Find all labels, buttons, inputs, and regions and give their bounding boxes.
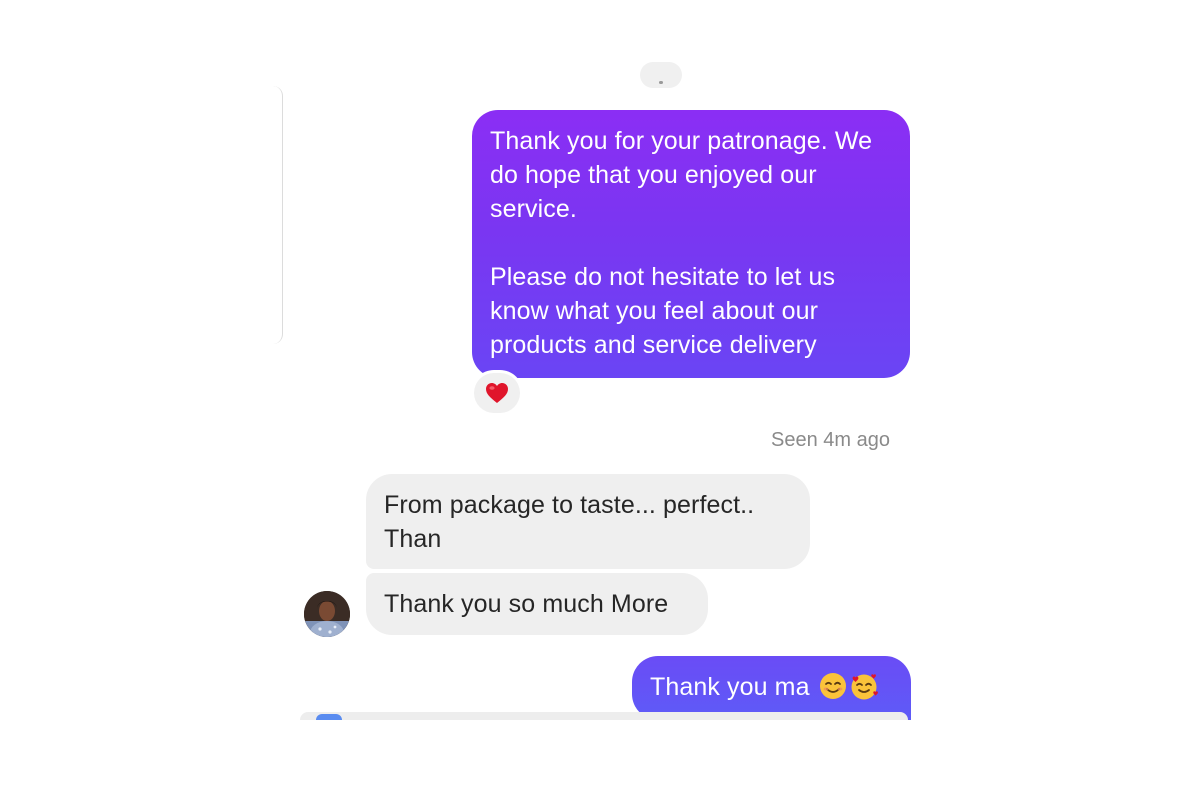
heart-reaction-badge[interactable] [474, 373, 520, 413]
sender-avatar[interactable] [304, 591, 350, 637]
smiling-face-icon [819, 672, 847, 700]
message-text: Thank you so much More [384, 590, 669, 618]
outgoing-message-bubble[interactable]: Thank you ma [632, 656, 911, 720]
seen-status: Seen 4m ago [771, 429, 890, 451]
message-text: Thank you ma [650, 673, 817, 701]
reaction-glyph [659, 81, 663, 84]
message-composer[interactable] [300, 712, 908, 720]
incoming-message-bubble[interactable]: From package to taste... perfect.. Than [366, 474, 810, 569]
message-paragraph: Please do not hesitate to let us know wh… [490, 263, 836, 359]
message-paragraph: Thank you for your patronage. We do hope… [490, 127, 873, 223]
side-panel-edge [262, 86, 283, 344]
outgoing-message-bubble[interactable]: Thank you for your patronage. We do hope… [472, 110, 910, 378]
smiling-face-with-hearts-icon [849, 672, 878, 700]
red-heart-icon [485, 382, 509, 404]
message-text: From package to taste... perfect.. Than [384, 491, 755, 553]
previous-reaction-chip[interactable] [640, 62, 682, 88]
chat-thread: Thank you for your patronage. We do hope… [0, 0, 1200, 800]
incoming-message-bubble[interactable]: Thank you so much More [366, 573, 708, 635]
